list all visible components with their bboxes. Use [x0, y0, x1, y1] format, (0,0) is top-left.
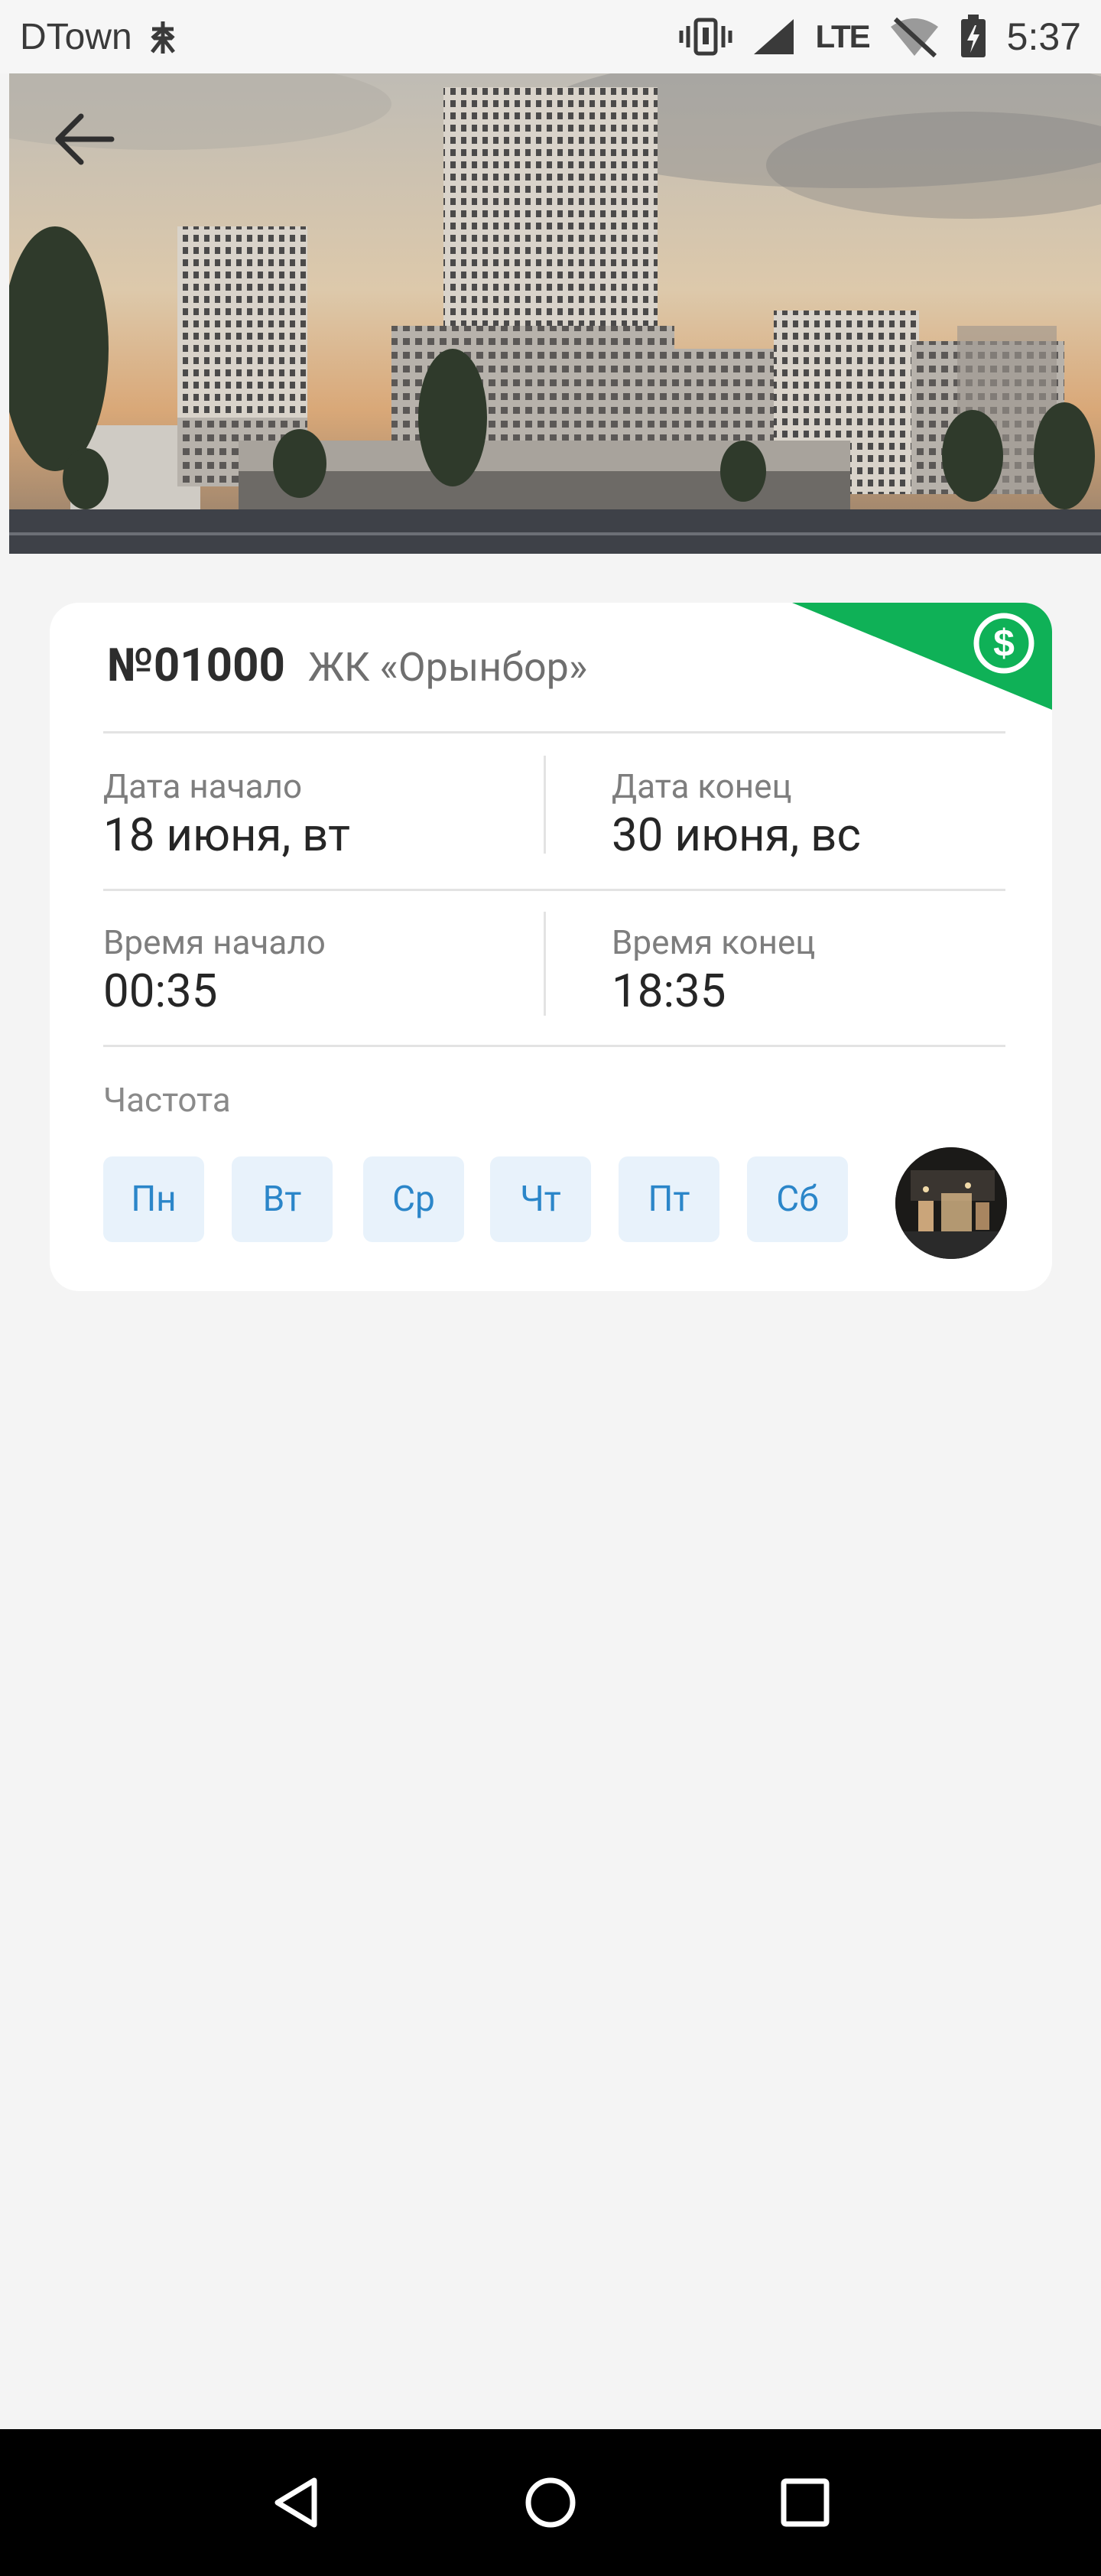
day-chip-thu[interactable]: Чт — [490, 1156, 591, 1242]
dollar-circle-icon: $ — [973, 613, 1034, 674]
frequency-label: Частота — [103, 1080, 231, 1120]
end-time: Время конец 18:35 — [612, 922, 815, 1018]
nav-recents-button[interactable] — [759, 2457, 851, 2548]
frequency-days: Пн Вт Ср Чт Пт Сб — [103, 1156, 875, 1242]
vertical-divider — [544, 912, 546, 1016]
vibrate-icon — [679, 18, 732, 56]
svg-text:$: $ — [993, 622, 1015, 665]
start-time: Время начало 00:35 — [103, 922, 326, 1018]
vertical-divider — [544, 756, 546, 854]
nav-back-button[interactable] — [250, 2457, 342, 2548]
end-date-label: Дата конец — [612, 766, 792, 806]
day-chip-wed[interactable]: Ср — [363, 1156, 464, 1242]
divider — [103, 731, 1005, 733]
start-date: Дата начало 18 июня, вт — [103, 766, 350, 862]
signal-icon — [754, 19, 794, 54]
triangle-back-icon — [274, 2477, 317, 2528]
battery-charging-icon — [960, 15, 986, 57]
end-date: Дата конец 30 июня, вс — [612, 766, 861, 862]
building-render-image — [9, 73, 1101, 554]
nav-home-button[interactable] — [505, 2457, 596, 2548]
navigation-bar — [0, 2429, 1101, 2576]
end-time-value: 18:35 — [612, 964, 726, 1018]
start-time-label: Время начало — [103, 922, 326, 962]
divider — [103, 1045, 1005, 1047]
carrier-name: DTown — [20, 16, 132, 57]
wifi-off-icon — [890, 17, 938, 57]
day-chip-sat[interactable]: Сб — [747, 1156, 848, 1242]
avatar-photo — [895, 1147, 1007, 1259]
order-number: №01000 — [107, 638, 285, 692]
day-chip-fri[interactable]: Пт — [619, 1156, 719, 1242]
start-date-value: 18 июня, вт — [103, 808, 350, 862]
complex-name: ЖК «Орынбор» — [307, 644, 588, 691]
status-bar: DTown LTE 5:37 — [0, 0, 1101, 73]
start-time-value: 00:35 — [103, 964, 218, 1018]
network-type: LTE — [815, 18, 870, 54]
hero-image — [9, 73, 1101, 554]
square-recents-icon — [781, 2478, 830, 2527]
network-tower-icon — [150, 21, 175, 54]
card-title: №01000 ЖК «Орынбор» — [107, 638, 587, 692]
day-chip-mon[interactable]: Пн — [103, 1156, 204, 1242]
booking-card[interactable]: $ №01000 ЖК «Орынбор» Дата начало 18 июн… — [50, 603, 1052, 1291]
arrow-left-icon — [55, 113, 115, 165]
end-date-value: 30 июня, вс — [612, 808, 861, 862]
clock: 5:37 — [1006, 15, 1081, 58]
end-time-label: Время конец — [612, 922, 816, 962]
divider — [103, 889, 1005, 891]
avatar[interactable] — [895, 1147, 1007, 1259]
back-button[interactable] — [52, 112, 128, 188]
screen: DTown LTE 5:37 $ №01000 ЖК «Орынбор» Дат… — [0, 0, 1101, 2576]
circle-home-icon — [525, 2477, 576, 2528]
start-date-label: Дата начало — [103, 766, 303, 806]
day-chip-tue[interactable]: Вт — [232, 1156, 333, 1242]
